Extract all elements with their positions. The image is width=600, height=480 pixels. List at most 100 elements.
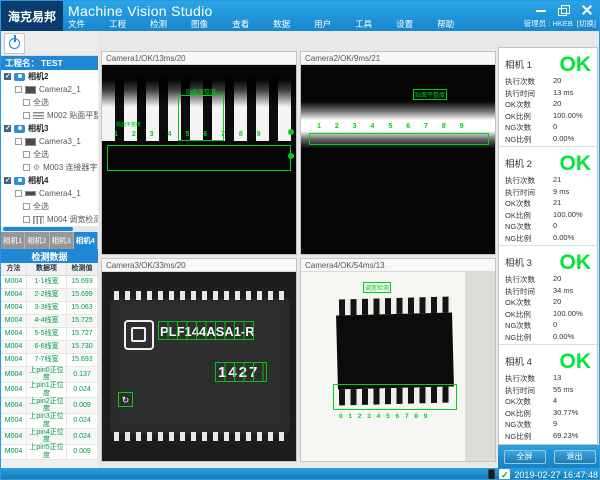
stat-label: OK比例: [505, 111, 553, 123]
stat-value: 0.00%: [553, 134, 591, 146]
checkbox[interactable]: [23, 203, 30, 210]
camera2-view[interactable]: Camera2/OK/9ms/21 贴面平整度 1 2 3 4 5 6 7 8 …: [300, 51, 496, 255]
cell-method: M004: [1, 315, 27, 327]
inspection-region: [107, 145, 291, 171]
tree-item-m003[interactable]: ⚙ M003 连接器字符: [1, 161, 98, 174]
tree-item-select-all[interactable]: 全选: [1, 96, 98, 109]
tab-camera2[interactable]: 相机2: [25, 232, 49, 249]
camera3-title: Camera3/OK/33ms/20: [102, 259, 296, 272]
app-window: 海克易邦 Machine Vision Studio 文件 工程 检测 图像 查…: [0, 0, 600, 480]
tree-item-camera2-1[interactable]: Camera2_1: [1, 83, 98, 96]
camera3-image: PLF144ASA1-R 1427 ↻: [102, 272, 296, 461]
tree-label: 全选: [33, 201, 49, 212]
close-icon[interactable]: [581, 4, 593, 15]
menu-item-file[interactable]: 文件: [68, 18, 85, 30]
cell-value: 0.024: [67, 414, 98, 429]
comb-method-icon: [33, 216, 44, 224]
tree-item-select-all[interactable]: 全选: [1, 148, 98, 161]
menu-item-image[interactable]: 图像: [191, 18, 208, 30]
stat-value: 69.23%: [553, 431, 591, 443]
menu-item-data[interactable]: 数据: [273, 18, 290, 30]
checkbox[interactable]: [23, 164, 30, 171]
table-row: M0045-5线宽15.727: [1, 328, 98, 341]
minimize-icon[interactable]: [535, 4, 547, 15]
chip-logo: [124, 320, 154, 350]
stat-value: 20: [553, 99, 591, 111]
cell-value: 15.699: [67, 289, 98, 301]
camera4-title: Camera4/OK/54ms/13: [301, 259, 495, 272]
stat-label: NG次数: [505, 320, 553, 332]
table-row: M0044-4线宽15.725: [1, 315, 98, 328]
menu-item-tools[interactable]: 工具: [355, 18, 372, 30]
pin-numbers: 1 2 3 4 5 6 7 8 9: [114, 131, 261, 138]
clock-timestamp: 2019-02-27 16:47:48: [514, 470, 598, 480]
stat-label: 执行次数: [505, 274, 553, 286]
tree-item-m004[interactable]: M004 调宽检测: [1, 213, 98, 226]
menu-item-project[interactable]: 工程: [109, 18, 126, 30]
tree-item-camera2[interactable]: 相机2: [1, 70, 98, 83]
device-icon: [488, 469, 495, 480]
exit-button[interactable]: 退出: [554, 450, 596, 464]
col-method: 方法: [1, 263, 27, 275]
tab-camera3[interactable]: 相机3: [50, 232, 74, 249]
checkbox[interactable]: [23, 216, 30, 223]
cell-item: 7-7线宽: [27, 354, 67, 366]
menu-item-user[interactable]: 用户: [314, 18, 331, 30]
stat-value: 0: [553, 320, 591, 332]
stat-label: 执行时间: [505, 385, 553, 397]
tree-item-camera3-1[interactable]: Camera3_1: [1, 135, 98, 148]
tab-camera1[interactable]: 相机1: [1, 232, 25, 249]
checkbox[interactable]: [15, 190, 22, 197]
fullscreen-button[interactable]: 全屏: [504, 450, 546, 464]
image-icon: [25, 86, 36, 94]
switch-user-link[interactable]: [切换]: [577, 18, 596, 29]
admin-label: 管理员 : HKEB: [524, 18, 573, 29]
tree-item-camera4-1[interactable]: Camera4_1: [1, 187, 98, 200]
menu-item-inspect[interactable]: 检测: [150, 18, 167, 30]
checkbox[interactable]: [23, 112, 30, 119]
menu-item-view[interactable]: 查看: [232, 18, 249, 30]
tab-camera4[interactable]: 相机4: [74, 232, 98, 249]
camera4-view[interactable]: Camera4/OK/54ms/13 调宽检测 0 1 2 3 4 5 6 7 …: [300, 258, 496, 462]
cell-value: 0.024: [67, 383, 98, 398]
camera3-view[interactable]: Camera3/OK/33ms/20 PLF144ASA1-R 1427 ↻: [101, 258, 297, 462]
stat-label: 执行次数: [505, 373, 553, 385]
camera-icon: [14, 73, 25, 81]
tree-item-m002[interactable]: M002 贴面平整度: [1, 109, 98, 122]
title-bar: 海克易邦 Machine Vision Studio 文件 工程 检测 图像 查…: [1, 1, 600, 31]
cell-value: 0.009: [67, 445, 98, 460]
admin-area: 管理员 : HKEB [切换]: [524, 18, 596, 29]
tree-item-select-all[interactable]: 全选: [1, 200, 98, 213]
tree-item-camera3[interactable]: 相机3: [1, 122, 98, 135]
tree-item-camera4[interactable]: 相机4: [1, 174, 98, 187]
checkbox[interactable]: [15, 138, 22, 145]
stat-label: NG次数: [505, 122, 553, 134]
stat-value: 0: [553, 221, 591, 233]
app-title: Machine Vision Studio: [68, 3, 213, 19]
tree-label: M002 贴面平整度: [47, 110, 98, 121]
stat-label: OK比例: [505, 210, 553, 222]
recycle-icon: ↻: [122, 395, 130, 405]
stat-value: 0.00%: [553, 332, 591, 344]
camera1-view[interactable]: Camera1/OK/13ms/20 贴面平整度 贴面平整度 1 2 3 4 5…: [101, 51, 297, 255]
camera3-stats: 相机 3 OK 执行次数20 执行时间34 ms OK次数20 OK比例100.…: [499, 246, 597, 345]
stat-value: 21: [553, 175, 591, 187]
checkbox[interactable]: [15, 86, 22, 93]
checkbox[interactable]: [23, 99, 30, 106]
restore-icon[interactable]: [558, 4, 570, 15]
stat-label: 执行次数: [505, 76, 553, 88]
cell-item: 3-3线宽: [27, 302, 67, 314]
status-badge: OK: [560, 351, 592, 372]
ocr-char-boxes: [158, 321, 254, 340]
table-row: M004上pin5正位度0.009: [1, 445, 98, 461]
menu-item-settings[interactable]: 设置: [396, 18, 413, 30]
stat-label: 执行时间: [505, 187, 553, 199]
checkbox-checked[interactable]: [4, 177, 11, 184]
checkbox-checked[interactable]: [4, 73, 11, 80]
stat-camera-name: 相机 2: [505, 156, 532, 170]
menu-item-help[interactable]: 帮助: [437, 18, 454, 30]
cell-item: 1-1线宽: [27, 276, 67, 288]
power-button[interactable]: [4, 33, 25, 54]
checkbox[interactable]: [23, 151, 30, 158]
checkbox-checked[interactable]: [4, 125, 11, 132]
